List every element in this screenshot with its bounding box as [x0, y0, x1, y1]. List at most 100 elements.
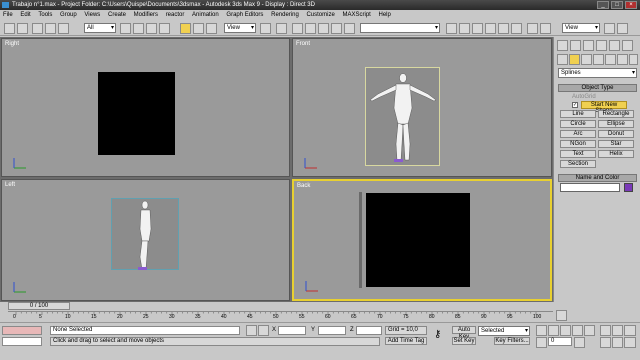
y-coordinate-input[interactable] — [318, 326, 346, 335]
menu-file[interactable]: File — [0, 10, 16, 20]
viewport-label[interactable]: Left — [5, 182, 15, 188]
maximize-viewport-icon[interactable] — [624, 337, 636, 348]
redo-icon[interactable] — [17, 23, 28, 34]
select-by-name-icon[interactable] — [133, 23, 144, 34]
create-tab-icon[interactable] — [557, 40, 568, 51]
edit-named-selection-icon[interactable] — [344, 23, 355, 34]
menu-customize[interactable]: Customize — [303, 10, 337, 20]
ngon-button[interactable]: NGon — [560, 140, 596, 148]
arc-button[interactable]: Arc — [560, 130, 596, 138]
curve-editor-icon[interactable] — [485, 23, 496, 34]
viewport-front[interactable]: Front — [292, 38, 552, 177]
undo-icon[interactable] — [4, 23, 15, 34]
helpers-icon[interactable] — [605, 54, 616, 65]
manipulate-icon[interactable] — [276, 23, 287, 34]
x-coordinate-input[interactable] — [278, 326, 306, 335]
mirror-icon[interactable] — [446, 23, 457, 34]
pivot-center-icon[interactable] — [260, 23, 271, 34]
bind-space-warp-icon[interactable] — [58, 23, 69, 34]
viewport-label[interactable]: Back — [297, 183, 310, 189]
pan-icon[interactable] — [612, 337, 623, 348]
black-plane[interactable] — [98, 72, 175, 155]
viewport-back[interactable]: Back — [292, 179, 552, 301]
autogrid-checkbox-label[interactable]: AutoGrid — [572, 94, 596, 100]
star-button[interactable]: Star — [598, 140, 634, 148]
play-icon[interactable] — [560, 325, 571, 336]
render-frame-icon[interactable] — [540, 23, 551, 34]
start-new-shape-checkbox[interactable]: ✓ — [572, 102, 578, 108]
field-of-view-icon[interactable] — [600, 337, 611, 348]
rectangle-button[interactable]: Rectangle — [598, 110, 634, 118]
minimize-button[interactable]: _ — [597, 1, 609, 9]
render-setup-icon[interactable] — [527, 23, 538, 34]
next-frame-icon[interactable] — [572, 325, 583, 336]
zoom-icon[interactable] — [600, 325, 611, 336]
named-selection-sets-dropdown[interactable] — [360, 23, 440, 33]
key-filters-button[interactable]: Key Filters... — [494, 337, 530, 345]
selection-filter-dropdown[interactable]: All — [84, 23, 116, 33]
human-figure-side[interactable] — [112, 199, 180, 271]
go-to-start-icon[interactable] — [536, 325, 547, 336]
percent-snap-icon[interactable] — [318, 23, 329, 34]
zoom-extents-icon[interactable] — [624, 325, 636, 336]
key-icon[interactable]: ⚷ — [434, 329, 441, 340]
go-to-end-icon[interactable] — [584, 325, 595, 336]
viewport-right[interactable]: Right — [1, 38, 290, 177]
window-crossing-icon[interactable] — [159, 23, 170, 34]
current-frame-input[interactable]: 0 — [548, 337, 572, 346]
section-button[interactable]: Section — [560, 160, 596, 168]
line-button[interactable]: Line — [560, 110, 596, 118]
menu-rendering[interactable]: Rendering — [268, 10, 302, 20]
maxscript-listener-pink[interactable] — [2, 326, 42, 335]
cameras-icon[interactable] — [593, 54, 604, 65]
human-figure-front[interactable] — [366, 68, 441, 167]
name-and-color-rollout[interactable]: Name and Color — [558, 174, 637, 182]
menu-group[interactable]: Group — [57, 10, 80, 20]
object-type-rollout[interactable]: Object Type — [558, 84, 637, 92]
object-color-swatch[interactable] — [624, 183, 633, 192]
menu-maxscript[interactable]: MAXScript — [339, 10, 373, 20]
mini-curve-editor-icon[interactable] — [556, 310, 567, 321]
timeline-track[interactable]: 0 5 10 15 20 25 30 35 40 45 50 55 60 65 70 75 80 85 90 95 10… — [8, 311, 553, 321]
app-icon[interactable] — [2, 2, 9, 8]
display-tab-icon[interactable] — [609, 40, 620, 51]
select-object-icon[interactable] — [120, 23, 131, 34]
reference-plane-left[interactable] — [111, 198, 179, 270]
key-mode-icon[interactable] — [536, 337, 547, 348]
category-dropdown[interactable]: Splines — [558, 68, 637, 78]
systems-icon[interactable] — [629, 54, 638, 65]
menu-help[interactable]: Help — [376, 10, 394, 20]
unlink-icon[interactable] — [45, 23, 56, 34]
ellipse-button[interactable]: Ellipse — [598, 120, 634, 128]
utilities-tab-icon[interactable] — [622, 40, 633, 51]
absolute-mode-icon[interactable] — [258, 325, 269, 336]
viewport-label[interactable]: Front — [296, 41, 310, 47]
time-slider[interactable]: 0 / 100 — [8, 302, 70, 310]
align-icon[interactable] — [459, 23, 470, 34]
menu-views[interactable]: Views — [81, 10, 103, 20]
modify-tab-icon[interactable] — [570, 40, 581, 51]
circle-button[interactable]: Circle — [560, 120, 596, 128]
donut-button[interactable]: Donut — [598, 130, 634, 138]
helix-button[interactable]: Helix — [598, 150, 634, 158]
space-warps-icon[interactable] — [617, 54, 628, 65]
menu-tools[interactable]: Tools — [35, 10, 55, 20]
hierarchy-tab-icon[interactable] — [583, 40, 594, 51]
menu-create[interactable]: Create — [105, 10, 129, 20]
auto-key-button[interactable]: Auto Key — [452, 326, 476, 340]
time-config-icon[interactable] — [574, 337, 585, 348]
render-production-icon[interactable] — [617, 23, 628, 34]
object-name-input[interactable] — [560, 183, 620, 192]
rectangular-selection-icon[interactable] — [146, 23, 157, 34]
snaps-toggle-icon[interactable] — [292, 23, 303, 34]
close-button[interactable]: × — [625, 1, 637, 9]
select-and-move-icon[interactable] — [180, 23, 191, 34]
select-and-scale-icon[interactable] — [206, 23, 217, 34]
menu-modifiers[interactable]: Modifiers — [131, 10, 161, 20]
spinner-snap-icon[interactable] — [331, 23, 342, 34]
angle-snap-icon[interactable] — [305, 23, 316, 34]
schematic-view-icon[interactable] — [498, 23, 509, 34]
lights-icon[interactable] — [581, 54, 592, 65]
render-view-dropdown[interactable]: View — [562, 23, 600, 33]
reference-plane-front[interactable] — [365, 67, 440, 166]
